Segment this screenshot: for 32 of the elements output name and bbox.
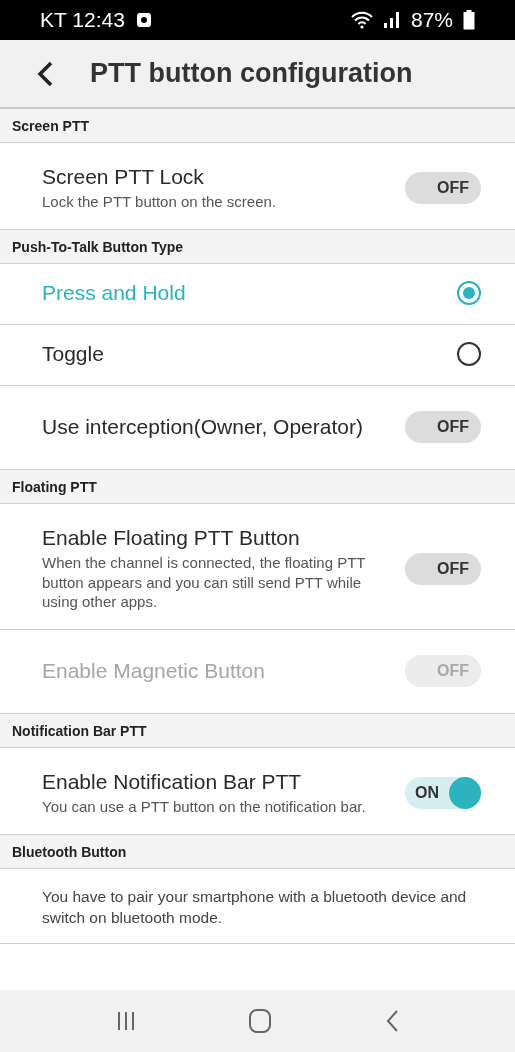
signal-icon bbox=[382, 11, 401, 29]
battery-percent: 87% bbox=[410, 8, 453, 32]
section-header: Floating PTT bbox=[0, 470, 515, 504]
toggle-switch[interactable]: OFF bbox=[405, 552, 481, 585]
toggle-switch[interactable]: OFF bbox=[405, 172, 481, 204]
section-header: Push-To-Talk Button Type bbox=[0, 230, 515, 264]
section-header: Bluetooth Button bbox=[0, 835, 515, 869]
wifi-icon bbox=[350, 11, 373, 29]
setting-description: You can use a PTT button on the notification bar. bbox=[42, 797, 366, 817]
battery-icon bbox=[463, 10, 475, 30]
setting-description: When the channel is connected, the floating PTT button appears and you can still send PTT while using other apps. bbox=[42, 553, 367, 612]
section-header: Screen PTT bbox=[0, 109, 515, 143]
home-button[interactable] bbox=[248, 1008, 273, 1034]
setting-title: Screen PTT Lock bbox=[42, 164, 205, 190]
setting-title: Enable Floating PTT Button bbox=[42, 525, 301, 551]
section-header: Notification Bar PTT bbox=[0, 714, 515, 748]
setting-title: Enable Notification Bar PTT bbox=[42, 769, 303, 795]
toggle-switch[interactable]: ON bbox=[405, 777, 481, 809]
recent-apps-button[interactable] bbox=[116, 1010, 137, 1032]
info-text: You have to pair your smartphone with a bluetooth device and switch on bluetooth mode. bbox=[42, 887, 468, 928]
setting-title: Use interception(Owner, Operator) bbox=[42, 413, 363, 440]
back-nav-button[interactable] bbox=[384, 1009, 399, 1033]
notification-icon bbox=[134, 11, 153, 29]
setting-title: Enable Magnetic Button bbox=[42, 657, 265, 684]
page-title: PTT button configuration bbox=[90, 58, 413, 89]
status-time: KT 12:43 bbox=[40, 8, 125, 32]
setting-description: Lock the PTT button on the screen. bbox=[42, 192, 277, 212]
toggle-switch[interactable]: OFF bbox=[405, 410, 481, 443]
option-label[interactable]: Toggle bbox=[42, 341, 104, 367]
back-button[interactable] bbox=[36, 59, 54, 88]
radio-button[interactable] bbox=[457, 342, 481, 366]
radio-button[interactable] bbox=[457, 281, 481, 305]
